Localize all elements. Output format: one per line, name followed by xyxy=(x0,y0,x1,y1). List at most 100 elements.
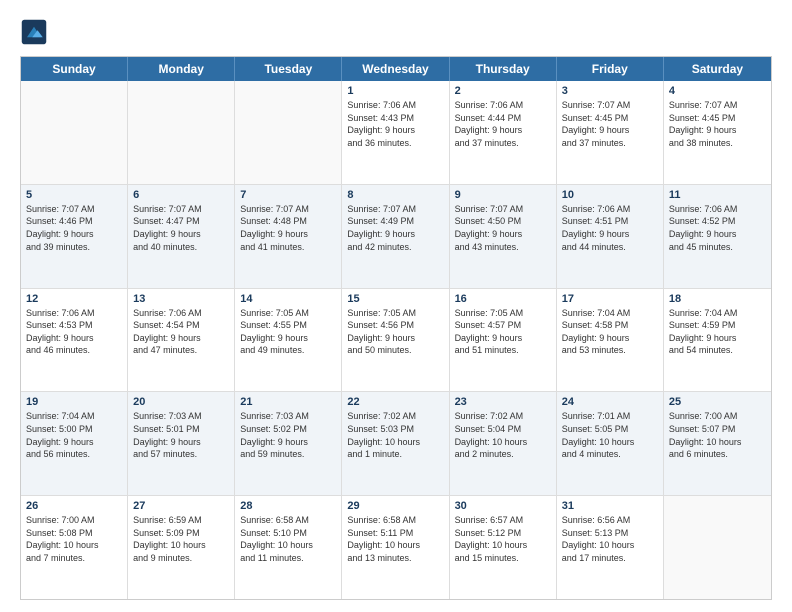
cell-info: Sunrise: 7:03 AM Sunset: 5:01 PM Dayligh… xyxy=(133,410,229,460)
cell-day-6: 6 Sunrise: 7:07 AM Sunset: 4:47 PM Daylig… xyxy=(128,185,235,288)
calendar-body: 1Sunrise: 7:06 AM Sunset: 4:43 PM Daylig… xyxy=(21,81,771,599)
cell-info: Sunrise: 7:06 AM Sunset: 4:43 PM Dayligh… xyxy=(347,99,443,149)
cell-info: Sunrise: 7:06 AM Sunset: 4:52 PM Dayligh… xyxy=(669,203,766,253)
cell-info: Sunrise: 7:00 AM Sunset: 5:07 PM Dayligh… xyxy=(669,410,766,460)
cell-info: Sunrise: 6:58 AM Sunset: 5:10 PM Dayligh… xyxy=(240,514,336,564)
cell-day-17: 17Sunrise: 7:04 AM Sunset: 4:58 PM Dayli… xyxy=(557,289,664,392)
cell-empty-0-2 xyxy=(235,81,342,184)
day-number: 25 xyxy=(669,396,766,408)
cell-day-8: 8 Sunrise: 7:07 AM Sunset: 4:49 PM Daylig… xyxy=(342,185,449,288)
cell-info: Sunrise: 7:07 AM Sunset: 4:45 PM Dayligh… xyxy=(669,99,766,149)
day-number: 16 xyxy=(455,293,551,305)
cell-day-21: 21 Sunrise: 7:03 AM Sunset: 5:02 PM Dayli… xyxy=(235,392,342,495)
day-number: 9 xyxy=(455,189,551,201)
day-number: 14 xyxy=(240,293,336,305)
calendar-row-4: 19 Sunrise: 7:04 AM Sunset: 5:00 PM Dayli… xyxy=(21,391,771,495)
cell-day-18: 18 Sunrise: 7:04 AM Sunset: 4:59 PM Dayli… xyxy=(664,289,771,392)
day-number: 19 xyxy=(26,396,122,408)
day-number: 20 xyxy=(133,396,229,408)
day-header-saturday: Saturday xyxy=(664,57,771,81)
calendar-row-2: 5Sunrise: 7:07 AM Sunset: 4:46 PM Daylig… xyxy=(21,184,771,288)
cell-info: Sunrise: 6:59 AM Sunset: 5:09 PM Dayligh… xyxy=(133,514,229,564)
cell-day-27: 27 Sunrise: 6:59 AM Sunset: 5:09 PM Dayli… xyxy=(128,496,235,599)
day-number: 24 xyxy=(562,396,658,408)
calendar: SundayMondayTuesdayWednesdayThursdayFrid… xyxy=(20,56,772,600)
cell-info: Sunrise: 7:07 AM Sunset: 4:48 PM Dayligh… xyxy=(240,203,336,253)
cell-day-9: 9 Sunrise: 7:07 AM Sunset: 4:50 PM Daylig… xyxy=(450,185,557,288)
cell-info: Sunrise: 7:00 AM Sunset: 5:08 PM Dayligh… xyxy=(26,514,122,564)
cell-info: Sunrise: 7:07 AM Sunset: 4:47 PM Dayligh… xyxy=(133,203,229,253)
day-number: 4 xyxy=(669,85,766,97)
day-number: 12 xyxy=(26,293,122,305)
day-number: 27 xyxy=(133,500,229,512)
cell-info: Sunrise: 6:58 AM Sunset: 5:11 PM Dayligh… xyxy=(347,514,443,564)
cell-info: Sunrise: 7:02 AM Sunset: 5:03 PM Dayligh… xyxy=(347,410,443,460)
day-number: 7 xyxy=(240,189,336,201)
cell-day-7: 7 Sunrise: 7:07 AM Sunset: 4:48 PM Daylig… xyxy=(235,185,342,288)
day-number: 28 xyxy=(240,500,336,512)
cell-info: Sunrise: 7:06 AM Sunset: 4:44 PM Dayligh… xyxy=(455,99,551,149)
cell-info: Sunrise: 6:57 AM Sunset: 5:12 PM Dayligh… xyxy=(455,514,551,564)
cell-day-10: 10 Sunrise: 7:06 AM Sunset: 4:51 PM Dayli… xyxy=(557,185,664,288)
cell-info: Sunrise: 7:07 AM Sunset: 4:49 PM Dayligh… xyxy=(347,203,443,253)
cell-day-14: 14 Sunrise: 7:05 AM Sunset: 4:55 PM Dayli… xyxy=(235,289,342,392)
calendar-row-3: 12 Sunrise: 7:06 AM Sunset: 4:53 PM Dayli… xyxy=(21,288,771,392)
cell-info: Sunrise: 7:05 AM Sunset: 4:55 PM Dayligh… xyxy=(240,307,336,357)
cell-day-16: 16Sunrise: 7:05 AM Sunset: 4:57 PM Dayli… xyxy=(450,289,557,392)
day-header-sunday: Sunday xyxy=(21,57,128,81)
day-number: 3 xyxy=(562,85,658,97)
calendar-row-1: 1Sunrise: 7:06 AM Sunset: 4:43 PM Daylig… xyxy=(21,81,771,184)
day-number: 10 xyxy=(562,189,658,201)
cell-info: Sunrise: 7:06 AM Sunset: 4:54 PM Dayligh… xyxy=(133,307,229,357)
cell-day-2: 2Sunrise: 7:06 AM Sunset: 4:44 PM Daylig… xyxy=(450,81,557,184)
cell-day-24: 24Sunrise: 7:01 AM Sunset: 5:05 PM Dayli… xyxy=(557,392,664,495)
cell-info: Sunrise: 7:05 AM Sunset: 4:56 PM Dayligh… xyxy=(347,307,443,357)
day-number: 21 xyxy=(240,396,336,408)
cell-day-20: 20 Sunrise: 7:03 AM Sunset: 5:01 PM Dayli… xyxy=(128,392,235,495)
page: SundayMondayTuesdayWednesdayThursdayFrid… xyxy=(0,0,792,612)
day-number: 23 xyxy=(455,396,551,408)
cell-day-30: 30Sunrise: 6:57 AM Sunset: 5:12 PM Dayli… xyxy=(450,496,557,599)
logo xyxy=(20,18,52,46)
cell-info: Sunrise: 7:06 AM Sunset: 4:53 PM Dayligh… xyxy=(26,307,122,357)
cell-info: Sunrise: 7:04 AM Sunset: 4:58 PM Dayligh… xyxy=(562,307,658,357)
day-number: 13 xyxy=(133,293,229,305)
cell-day-23: 23 Sunrise: 7:02 AM Sunset: 5:04 PM Dayli… xyxy=(450,392,557,495)
day-number: 8 xyxy=(347,189,443,201)
cell-info: Sunrise: 7:04 AM Sunset: 4:59 PM Dayligh… xyxy=(669,307,766,357)
cell-day-25: 25 Sunrise: 7:00 AM Sunset: 5:07 PM Dayli… xyxy=(664,392,771,495)
cell-info: Sunrise: 6:56 AM Sunset: 5:13 PM Dayligh… xyxy=(562,514,658,564)
cell-empty-4-6 xyxy=(664,496,771,599)
cell-info: Sunrise: 7:02 AM Sunset: 5:04 PM Dayligh… xyxy=(455,410,551,460)
cell-day-11: 11 Sunrise: 7:06 AM Sunset: 4:52 PM Dayli… xyxy=(664,185,771,288)
day-number: 26 xyxy=(26,500,122,512)
cell-day-4: 4 Sunrise: 7:07 AM Sunset: 4:45 PM Daylig… xyxy=(664,81,771,184)
day-header-monday: Monday xyxy=(128,57,235,81)
day-header-tuesday: Tuesday xyxy=(235,57,342,81)
cell-day-28: 28 Sunrise: 6:58 AM Sunset: 5:10 PM Dayli… xyxy=(235,496,342,599)
cell-info: Sunrise: 7:04 AM Sunset: 5:00 PM Dayligh… xyxy=(26,410,122,460)
cell-day-26: 26 Sunrise: 7:00 AM Sunset: 5:08 PM Dayli… xyxy=(21,496,128,599)
calendar-row-5: 26 Sunrise: 7:00 AM Sunset: 5:08 PM Dayli… xyxy=(21,495,771,599)
cell-info: Sunrise: 7:07 AM Sunset: 4:50 PM Dayligh… xyxy=(455,203,551,253)
cell-day-5: 5Sunrise: 7:07 AM Sunset: 4:46 PM Daylig… xyxy=(21,185,128,288)
day-number: 29 xyxy=(347,500,443,512)
cell-day-12: 12 Sunrise: 7:06 AM Sunset: 4:53 PM Dayli… xyxy=(21,289,128,392)
day-header-thursday: Thursday xyxy=(450,57,557,81)
cell-info: Sunrise: 7:07 AM Sunset: 4:45 PM Dayligh… xyxy=(562,99,658,149)
day-number: 18 xyxy=(669,293,766,305)
cell-info: Sunrise: 7:06 AM Sunset: 4:51 PM Dayligh… xyxy=(562,203,658,253)
cell-day-13: 13 Sunrise: 7:06 AM Sunset: 4:54 PM Dayli… xyxy=(128,289,235,392)
cell-info: Sunrise: 7:03 AM Sunset: 5:02 PM Dayligh… xyxy=(240,410,336,460)
cell-day-1: 1Sunrise: 7:06 AM Sunset: 4:43 PM Daylig… xyxy=(342,81,449,184)
day-number: 11 xyxy=(669,189,766,201)
cell-info: Sunrise: 7:07 AM Sunset: 4:46 PM Dayligh… xyxy=(26,203,122,253)
day-number: 6 xyxy=(133,189,229,201)
cell-empty-0-0 xyxy=(21,81,128,184)
cell-day-22: 22Sunrise: 7:02 AM Sunset: 5:03 PM Dayli… xyxy=(342,392,449,495)
day-header-wednesday: Wednesday xyxy=(342,57,449,81)
cell-day-31: 31Sunrise: 6:56 AM Sunset: 5:13 PM Dayli… xyxy=(557,496,664,599)
logo-icon xyxy=(20,18,48,46)
cell-day-19: 19 Sunrise: 7:04 AM Sunset: 5:00 PM Dayli… xyxy=(21,392,128,495)
cell-day-3: 3 Sunrise: 7:07 AM Sunset: 4:45 PM Daylig… xyxy=(557,81,664,184)
